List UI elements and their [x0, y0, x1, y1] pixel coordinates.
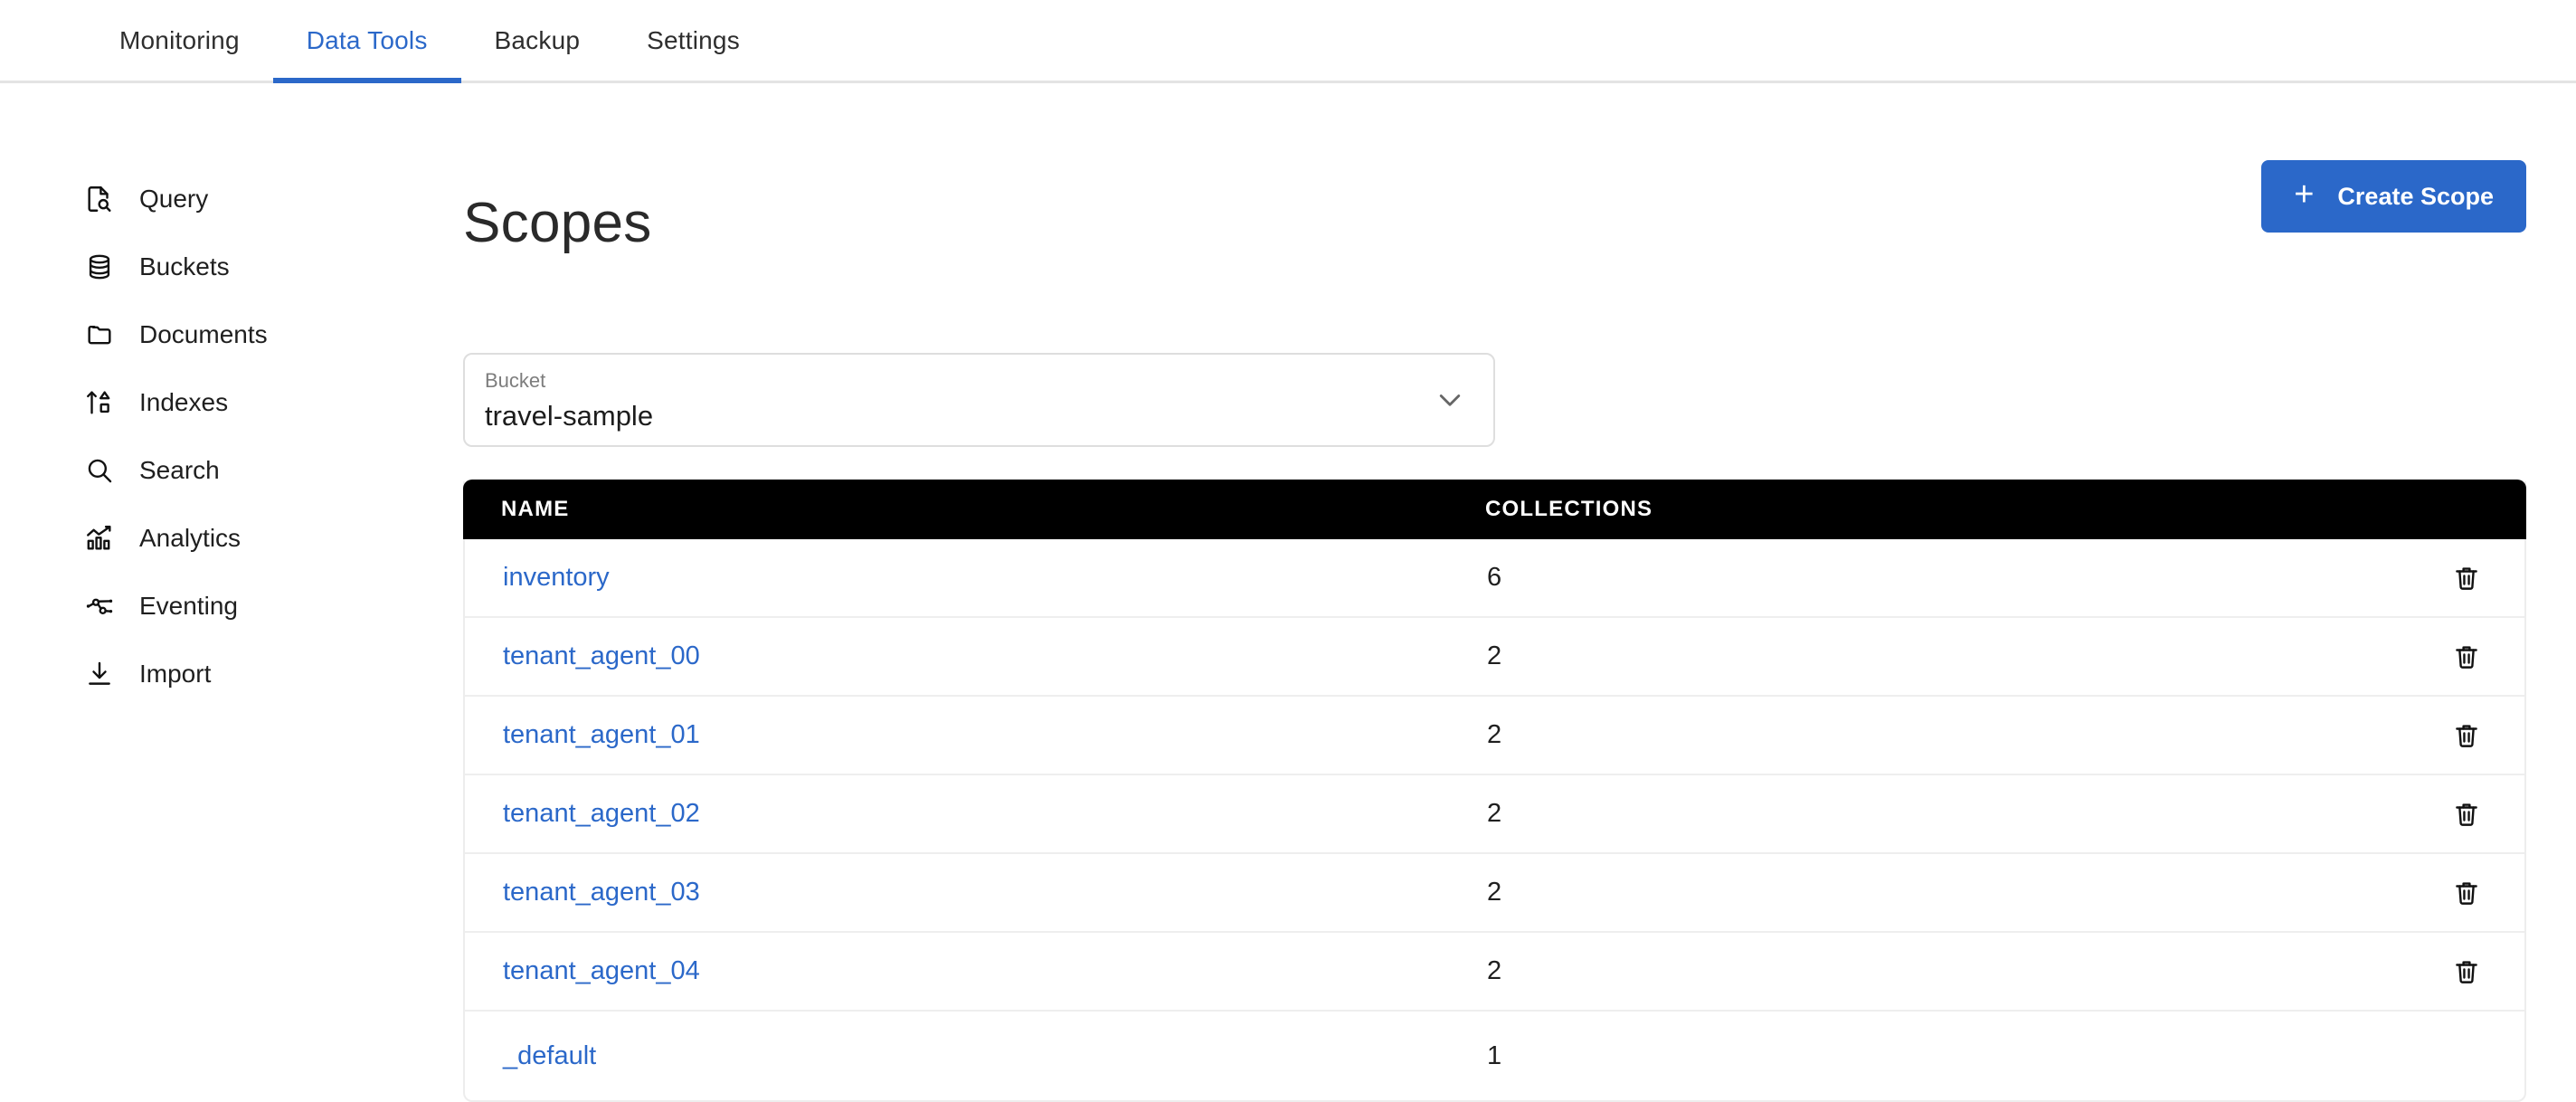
- table-row: tenant_agent_02 2: [465, 775, 2524, 854]
- page-title: Scopes: [463, 191, 652, 254]
- eventing-icon: [81, 588, 118, 624]
- tab-backup[interactable]: Backup: [461, 0, 614, 81]
- buckets-icon: [81, 249, 118, 285]
- scope-name-cell: tenant_agent_04: [465, 956, 1487, 986]
- collections-count-cell: 2: [1487, 799, 1502, 828]
- row-actions: [2391, 952, 2524, 992]
- search-icon: [81, 452, 118, 489]
- documents-icon: [81, 317, 118, 353]
- sidebar-item-indexes[interactable]: Indexes: [0, 368, 452, 436]
- sidebar: Query Buckets Documents Indexes Search A…: [0, 83, 452, 708]
- scope-link[interactable]: tenant_agent_03: [503, 878, 700, 907]
- collections-count-cell: 2: [1487, 878, 1502, 907]
- table-row: inventory 6: [465, 539, 2524, 618]
- delete-scope-button[interactable]: [2447, 952, 2486, 992]
- scope-name-cell: _default: [465, 1041, 1487, 1071]
- scope-link[interactable]: tenant_agent_01: [503, 720, 700, 749]
- sidebar-item-label: Analytics: [139, 523, 242, 552]
- sidebar-item-label: Buckets: [139, 252, 230, 280]
- collections-count-cell: 1: [1487, 1040, 1502, 1070]
- scope-name-cell: tenant_agent_00: [465, 641, 1487, 671]
- bucket-select-label: Bucket: [485, 369, 546, 392]
- trash-icon: [2451, 878, 2482, 908]
- scopes-table: NAME COLLECTIONS inventory 6 tenant_agen…: [463, 480, 2526, 1102]
- table-row: tenant_agent_00 2: [465, 618, 2524, 697]
- main-content: Scopes + Create Scope Bucket travel-samp…: [463, 83, 2576, 1102]
- sidebar-item-buckets[interactable]: Buckets: [0, 233, 452, 300]
- scope-link[interactable]: tenant_agent_00: [503, 641, 700, 670]
- sidebar-item-eventing[interactable]: Eventing: [0, 572, 452, 640]
- trash-icon: [2451, 641, 2482, 672]
- scope-name-cell: inventory: [465, 563, 1487, 593]
- tab-settings[interactable]: Settings: [613, 0, 773, 81]
- delete-scope-button[interactable]: [2447, 637, 2486, 677]
- delete-scope-button[interactable]: [2447, 794, 2486, 834]
- delete-scope-button[interactable]: [2447, 558, 2486, 598]
- column-header-collections: COLLECTIONS: [1485, 497, 1653, 521]
- scope-link[interactable]: tenant_agent_04: [503, 956, 700, 985]
- create-scope-label: Create Scope: [2337, 182, 2494, 210]
- sidebar-item-label: Indexes: [139, 387, 229, 416]
- trash-icon: [2451, 956, 2482, 987]
- table-row: tenant_agent_04 2: [465, 933, 2524, 1012]
- collections-count-cell: 2: [1487, 956, 1502, 985]
- collections-count-cell: 2: [1487, 641, 1502, 670]
- delete-scope-button[interactable]: [2447, 873, 2486, 913]
- indexes-icon: [81, 385, 118, 421]
- scope-name-cell: tenant_agent_01: [465, 720, 1487, 750]
- tab-data-tools[interactable]: Data Tools: [272, 0, 461, 83]
- bucket-select-value: travel-sample: [485, 400, 654, 432]
- sidebar-item-import[interactable]: Import: [0, 640, 452, 708]
- tab-label: Data Tools: [306, 25, 428, 54]
- trash-icon: [2451, 563, 2482, 594]
- import-icon: [81, 656, 118, 692]
- scope-link[interactable]: inventory: [503, 563, 610, 592]
- table-header-row: NAME COLLECTIONS: [463, 480, 2526, 539]
- tab-label: Backup: [494, 25, 581, 54]
- query-icon: [81, 181, 118, 217]
- create-scope-button[interactable]: + Create Scope: [2261, 160, 2526, 233]
- table-row: tenant_agent_01 2: [465, 697, 2524, 775]
- plus-icon: +: [2294, 176, 2315, 214]
- sidebar-item-label: Eventing: [139, 591, 238, 620]
- sidebar-item-label: Import: [139, 659, 212, 688]
- sidebar-item-query[interactable]: Query: [0, 165, 452, 233]
- sidebar-item-documents[interactable]: Documents: [0, 300, 452, 368]
- collections-count-cell: 6: [1487, 563, 1502, 592]
- delete-scope-button[interactable]: [2447, 716, 2486, 755]
- chevron-down-icon: [1434, 384, 1466, 416]
- sidebar-item-label: Search: [139, 455, 220, 484]
- row-actions: [2391, 873, 2524, 913]
- row-actions: [2391, 716, 2524, 755]
- trash-icon: [2451, 799, 2482, 830]
- tab-label: Settings: [647, 25, 740, 54]
- scope-name-cell: tenant_agent_02: [465, 799, 1487, 829]
- column-header-name: NAME: [501, 497, 570, 521]
- collections-count-cell: 2: [1487, 720, 1502, 749]
- scope-name-cell: tenant_agent_03: [465, 878, 1487, 907]
- tab-label: Monitoring: [119, 25, 240, 54]
- table-row: _default 1: [465, 1012, 2524, 1100]
- top-tab-bar: Monitoring Data Tools Backup Settings: [0, 0, 2576, 83]
- scope-link[interactable]: _default: [503, 1041, 596, 1070]
- bucket-select[interactable]: Bucket travel-sample: [463, 353, 1495, 447]
- page-header: Scopes + Create Scope: [463, 138, 2526, 251]
- table-row: tenant_agent_03 2: [465, 854, 2524, 933]
- sidebar-item-label: Documents: [139, 319, 268, 348]
- trash-icon: [2451, 720, 2482, 751]
- analytics-icon: [81, 520, 118, 556]
- row-actions: [2391, 637, 2524, 677]
- sidebar-item-label: Query: [139, 184, 209, 213]
- sidebar-item-search[interactable]: Search: [0, 436, 452, 504]
- row-actions: [2391, 558, 2524, 598]
- sidebar-item-analytics[interactable]: Analytics: [0, 504, 452, 572]
- row-actions: [2391, 794, 2524, 834]
- tab-monitoring[interactable]: Monitoring: [86, 0, 273, 81]
- scope-link[interactable]: tenant_agent_02: [503, 799, 700, 828]
